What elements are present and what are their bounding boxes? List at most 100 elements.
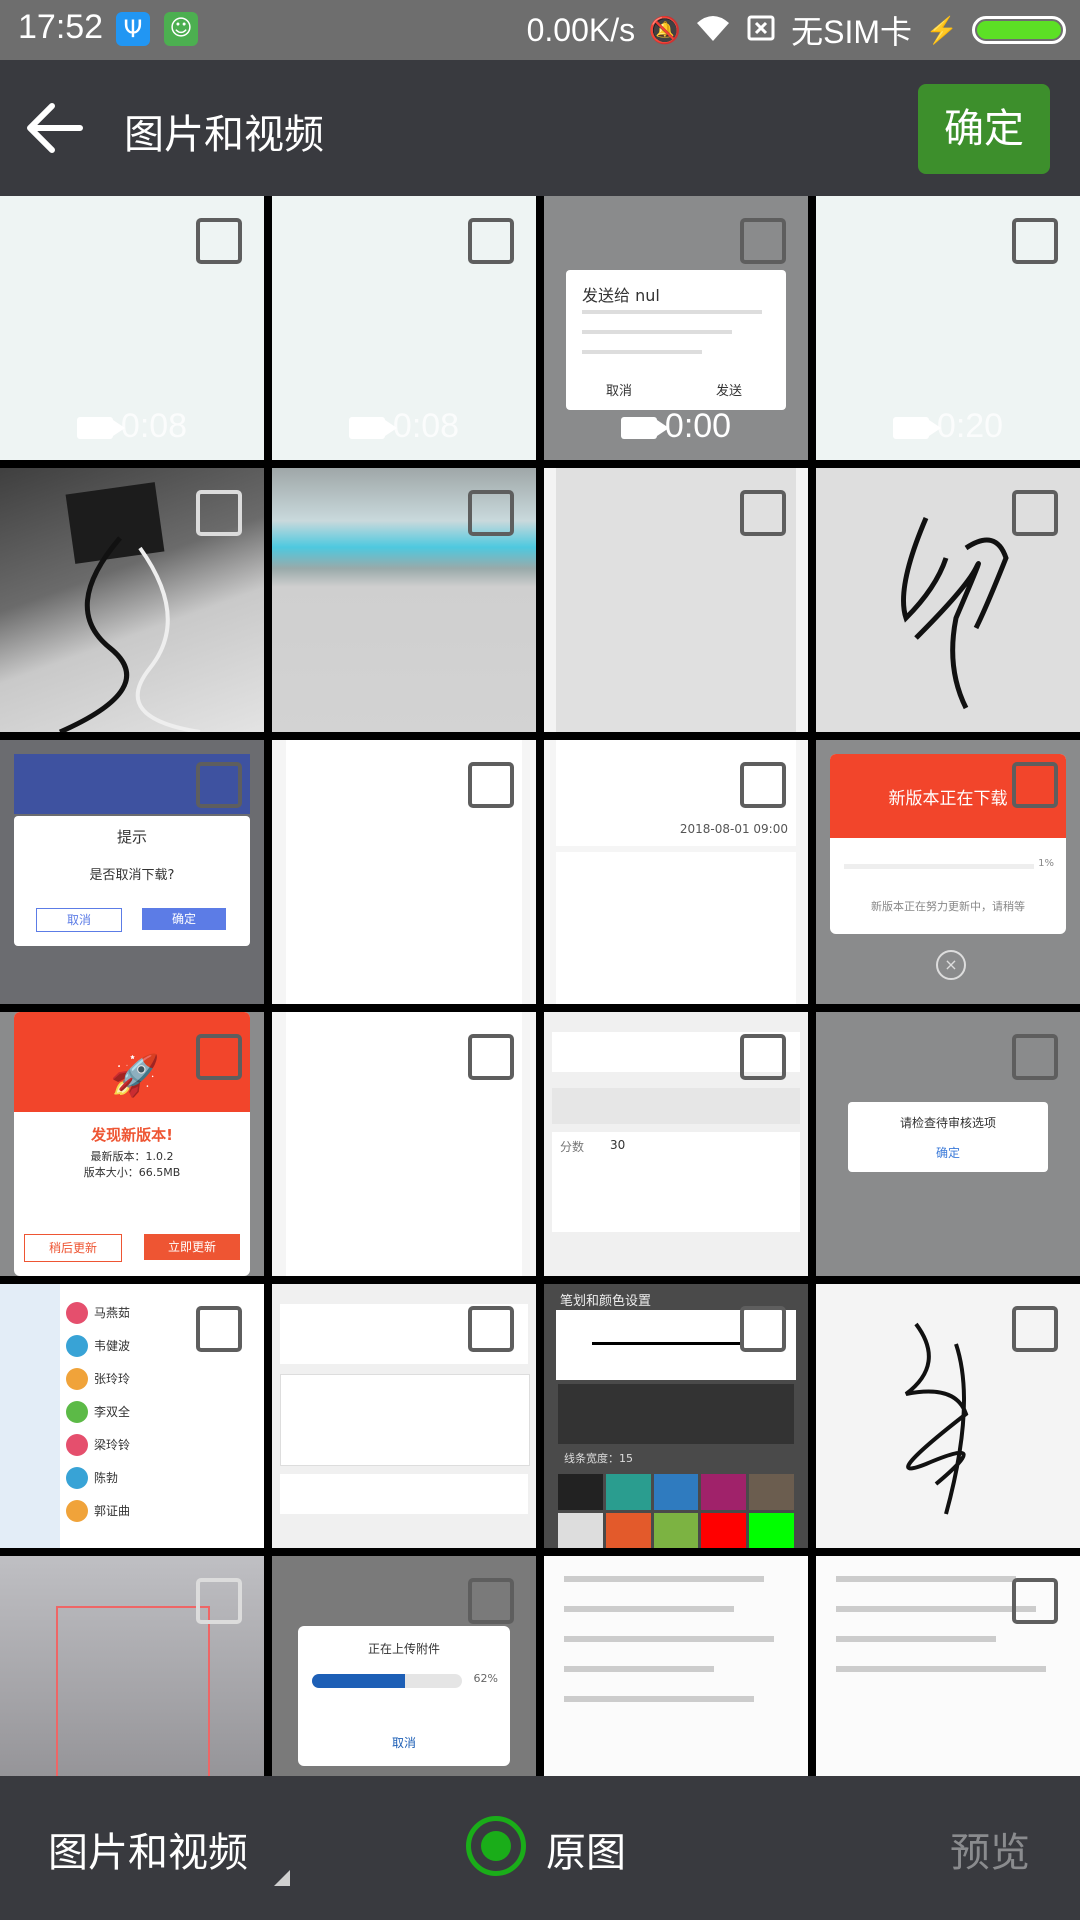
- new-version-title: 发现新版本!: [91, 1126, 173, 1144]
- upload-dialog-preview: 正在上传附件 62% 取消: [298, 1626, 510, 1766]
- send-dialog-preview: 发送给 nul 取消 发送: [566, 270, 786, 410]
- original-radio[interactable]: [466, 1816, 526, 1876]
- photo-thumbnail[interactable]: 正在上传附件 62% 取消: [272, 1556, 536, 1776]
- status-time: 17:52: [18, 8, 104, 46]
- mute-icon: 🔕: [648, 15, 682, 45]
- charging-icon: ⚡: [925, 15, 959, 45]
- update-message: 新版本正在努力更新中，请稍等: [871, 900, 1025, 913]
- photo-thumbnail[interactable]: [272, 1284, 536, 1548]
- video-duration: 0:08: [0, 407, 264, 446]
- select-checkbox[interactable]: [1012, 762, 1058, 808]
- back-arrow-icon: [27, 103, 83, 153]
- video-camera-icon: [620, 417, 669, 440]
- upload-title: 正在上传附件: [367, 1642, 440, 1656]
- photo-thumbnail[interactable]: 2018-08-01 09:00: [544, 740, 808, 1004]
- network-speed: 0.00K/s: [526, 11, 636, 48]
- select-checkbox[interactable]: [196, 1578, 242, 1624]
- video-camera-icon: [348, 417, 397, 440]
- select-checkbox[interactable]: [740, 490, 786, 536]
- photo-thumbnail[interactable]: 笔划和颜色设置 线条宽度：15: [544, 1284, 808, 1548]
- select-checkbox[interactable]: [740, 218, 786, 264]
- select-checkbox[interactable]: [196, 762, 242, 808]
- form-date: 2018-08-01 09:00: [679, 822, 788, 836]
- sim-status: 无SIM卡: [791, 14, 912, 50]
- media-grid: 0:08 0:08 发送给 nul 取消 发送 0:00 0:20 提示 是否取…: [0, 196, 1080, 1776]
- select-checkbox[interactable]: [196, 490, 242, 536]
- rocket-icon: 🚀: [110, 1053, 160, 1099]
- photo-thumbnail[interactable]: 新版本正在下载 1% 新版本正在努力更新中，请稍等 ×: [816, 740, 1080, 1004]
- select-checkbox[interactable]: [1012, 1034, 1058, 1080]
- select-checkbox[interactable]: [1012, 1578, 1058, 1624]
- video-thumbnail[interactable]: 0:08: [0, 196, 264, 460]
- photo-thumbnail[interactable]: [272, 740, 536, 1004]
- photo-thumbnail[interactable]: 请检查待审核选项 确定: [816, 1012, 1080, 1276]
- select-checkbox[interactable]: [468, 490, 514, 536]
- dialog-send-label: 发送: [716, 384, 743, 399]
- video-duration: 0:00: [544, 407, 808, 446]
- select-checkbox[interactable]: [468, 218, 514, 264]
- photo-thumbnail[interactable]: [272, 468, 536, 732]
- photo-thumbnail[interactable]: [816, 1284, 1080, 1548]
- photo-thumbnail[interactable]: [816, 1556, 1080, 1776]
- update-percent: 1%: [1038, 858, 1054, 869]
- confirm-button[interactable]: 确定: [918, 84, 1050, 174]
- upload-percent: 62%: [473, 1672, 498, 1685]
- album-selector[interactable]: 图片和视频: [48, 1820, 248, 1878]
- dialog-cancel-label: 取消: [606, 384, 633, 399]
- select-checkbox[interactable]: [1012, 1306, 1058, 1352]
- select-checkbox[interactable]: [468, 1578, 514, 1624]
- photo-thumbnail[interactable]: 🚀 发现新版本! 最新版本：1.0.2 版本大小：66.5MB 稍后更新 立即更…: [0, 1012, 264, 1276]
- page-title: 图片和视频: [124, 112, 324, 158]
- photo-thumbnail[interactable]: 提示 是否取消下载? 取消 确定: [0, 740, 264, 1004]
- video-thumbnail[interactable]: 发送给 nul 取消 发送 0:00: [544, 196, 808, 460]
- dropdown-caret-icon: [274, 1870, 290, 1886]
- photo-thumbnail[interactable]: [0, 1556, 264, 1776]
- select-checkbox[interactable]: [740, 1034, 786, 1080]
- upload-progress-fill: [312, 1674, 405, 1688]
- upload-cancel: 取消: [391, 1736, 416, 1750]
- photo-thumbnail[interactable]: 马燕茹 韦健波 张玲玲 李双全 梁玲铃 陈勃 郭证曲: [0, 1284, 264, 1548]
- prompt-ok: 确定: [142, 908, 226, 930]
- video-thumbnail[interactable]: 0:08: [272, 196, 536, 460]
- back-button[interactable]: [22, 96, 102, 160]
- photo-thumbnail[interactable]: 分数 30: [544, 1012, 808, 1276]
- no-sim-icon: [743, 13, 779, 47]
- form-score-label: 分数: [560, 1140, 585, 1154]
- select-checkbox[interactable]: [468, 762, 514, 808]
- preview-button[interactable]: 预览: [950, 1820, 1030, 1878]
- select-checkbox[interactable]: [468, 1034, 514, 1080]
- photo-thumbnail[interactable]: [0, 468, 264, 732]
- select-checkbox[interactable]: [740, 1306, 786, 1352]
- select-checkbox[interactable]: [1012, 218, 1058, 264]
- photo-thumbnail[interactable]: [272, 1012, 536, 1276]
- select-checkbox[interactable]: [1012, 490, 1058, 536]
- select-checkbox[interactable]: [468, 1306, 514, 1352]
- select-checkbox[interactable]: [740, 762, 786, 808]
- alert-message: 请检查待审核选项: [899, 1116, 996, 1130]
- photo-thumbnail[interactable]: [544, 468, 808, 732]
- battery-icon: [972, 16, 1066, 44]
- status-right: 0.00K/s 🔕 无SIM卡 ⚡: [527, 8, 1066, 52]
- contact-list: 马燕茹 韦健波 张玲玲 李双全 梁玲铃 陈勃 郭证曲: [66, 1296, 130, 1527]
- alert-card-preview: 请检查待审核选项 确定: [848, 1102, 1048, 1172]
- color-panel-width: 线条宽度：15: [564, 1452, 633, 1465]
- now-label: 立即更新: [144, 1234, 240, 1260]
- photo-thumbnail[interactable]: [544, 1556, 808, 1776]
- send-dialog-title: 发送给 nul: [582, 286, 660, 305]
- form-score-value: 30: [610, 1138, 626, 1152]
- color-panel-title: 笔划和颜色设置: [560, 1294, 652, 1309]
- bottom-bar: 图片和视频 原图 预览: [0, 1776, 1080, 1920]
- title-bar: 图片和视频 确定: [0, 60, 1080, 196]
- photo-thumbnail[interactable]: [816, 468, 1080, 732]
- select-checkbox[interactable]: [196, 1034, 242, 1080]
- new-version-number: 最新版本：1.0.2: [90, 1150, 174, 1163]
- original-label[interactable]: 原图: [546, 1820, 626, 1878]
- select-checkbox[interactable]: [196, 218, 242, 264]
- status-bar: 17:52 Ψ ☺ 0.00K/s 🔕 无SIM卡 ⚡: [0, 0, 1080, 60]
- select-checkbox[interactable]: [196, 1306, 242, 1352]
- prompt-title: 提示: [116, 828, 147, 846]
- prompt-dialog-preview: 提示 是否取消下载? 取消 确定: [14, 816, 250, 946]
- new-version-size: 版本大小：66.5MB: [83, 1166, 181, 1179]
- prompt-message: 是否取消下载?: [89, 868, 175, 883]
- video-thumbnail[interactable]: 0:20: [816, 196, 1080, 460]
